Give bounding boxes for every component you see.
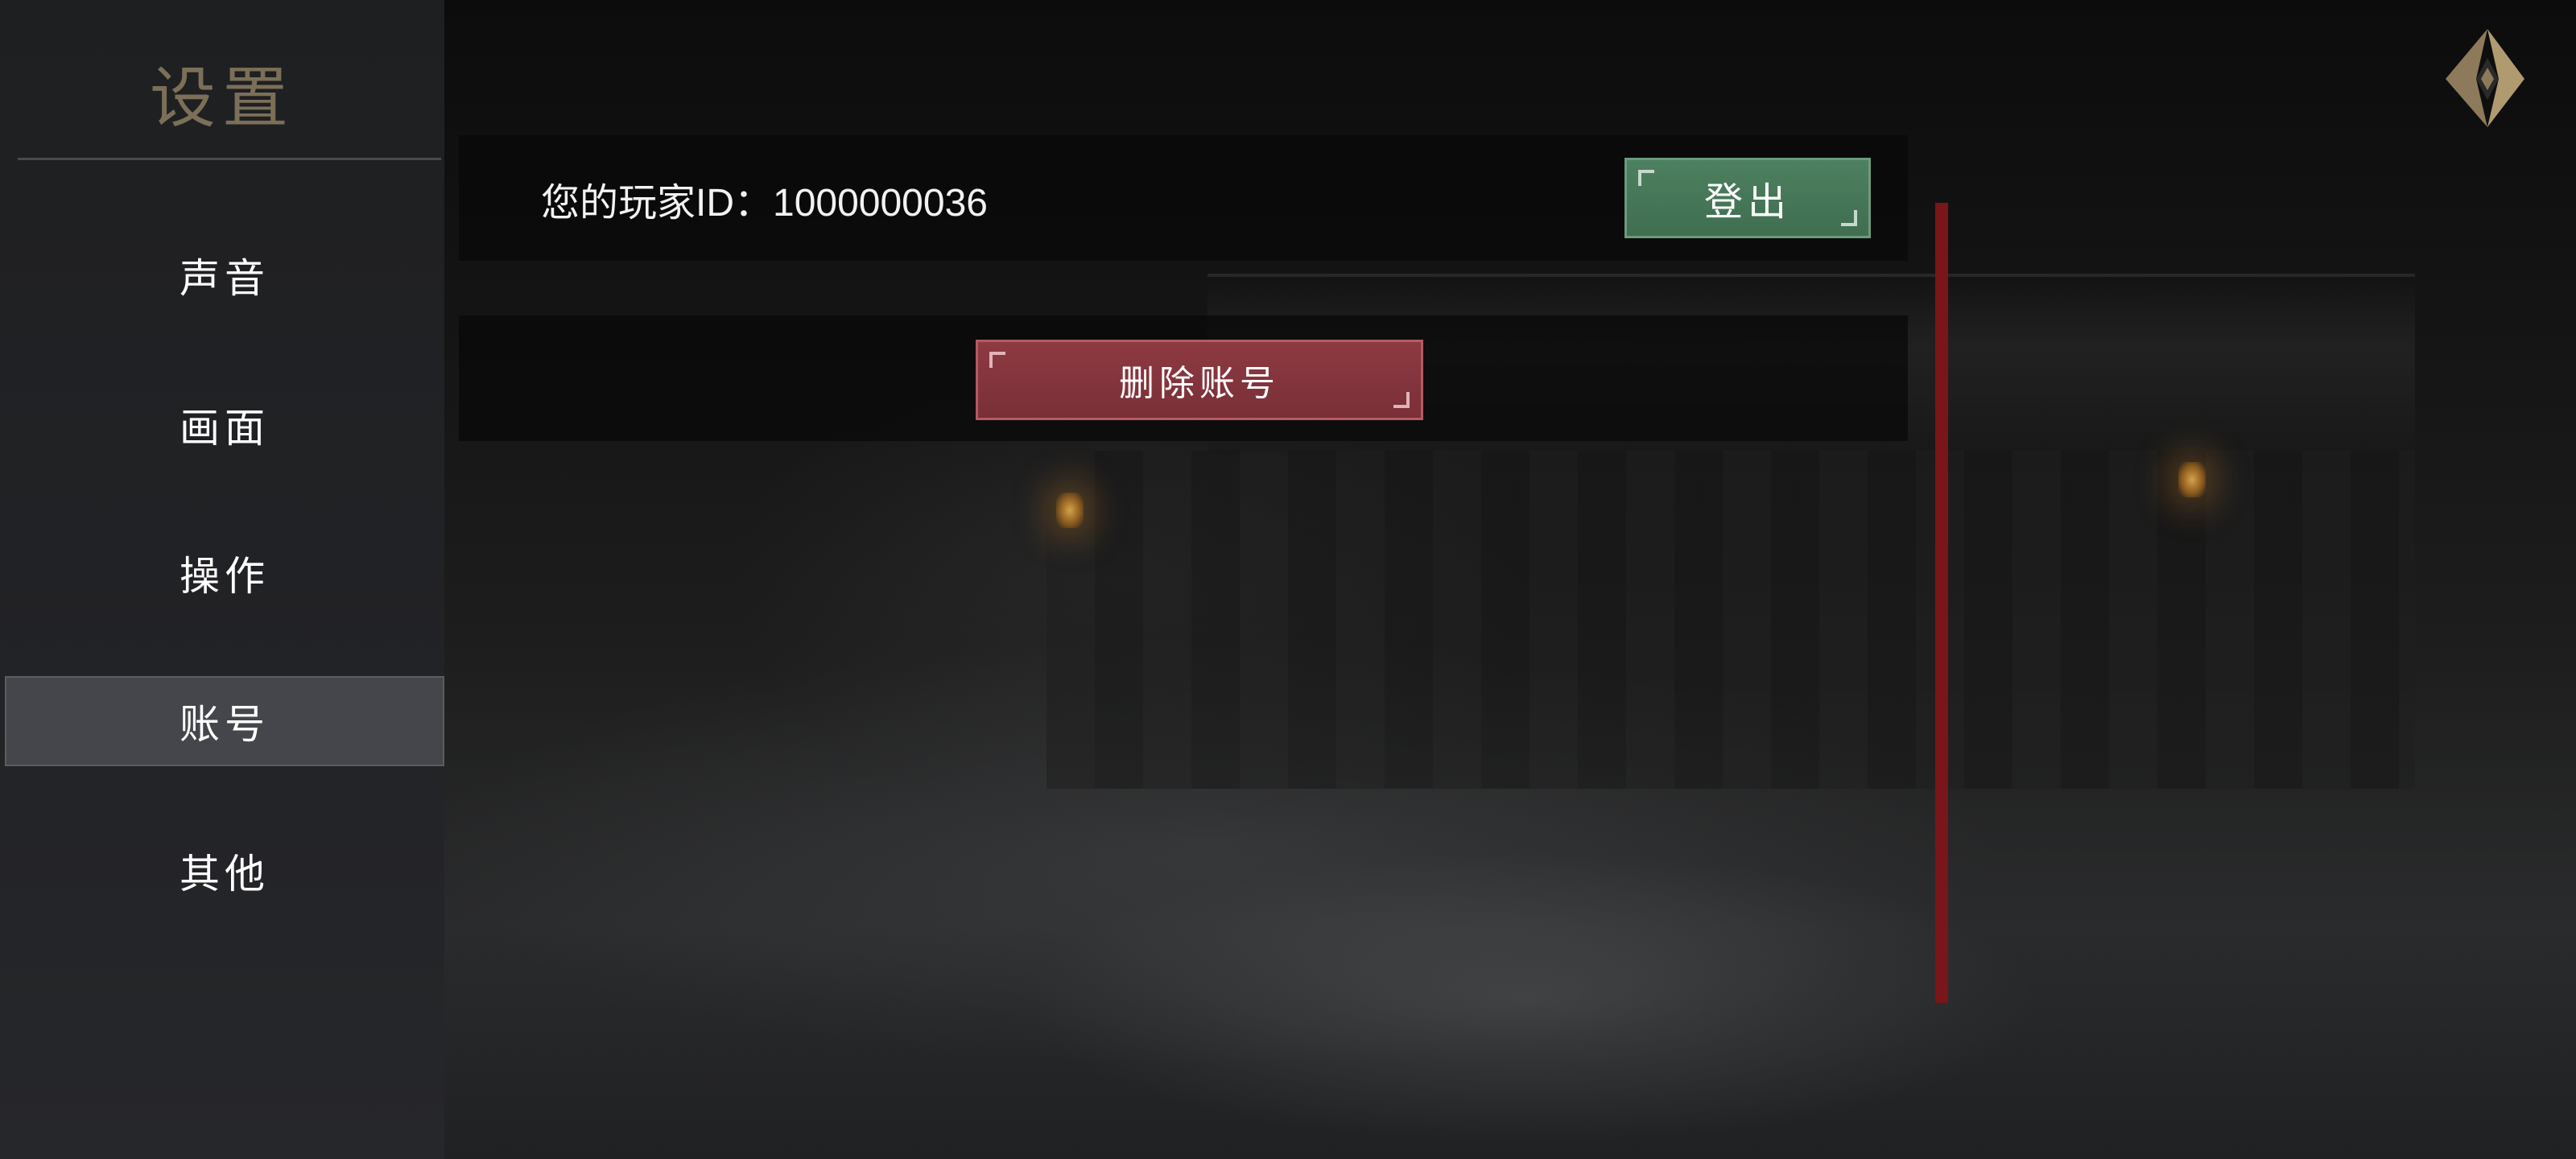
corner-ornament xyxy=(1393,392,1410,408)
nav-item-label: 其他 xyxy=(180,851,270,897)
nav-item-label: 画面 xyxy=(180,405,270,452)
lantern-left xyxy=(1056,493,1084,528)
nav-item-graphics[interactable]: 画面 xyxy=(5,380,444,470)
nav-item-label: 声音 xyxy=(180,255,270,302)
corner-ornament xyxy=(1841,210,1857,226)
corner-ornament xyxy=(1638,170,1654,186)
back-button[interactable] xyxy=(2441,26,2529,130)
nav-item-label: 账号 xyxy=(180,701,270,748)
nav-item-label: 操作 xyxy=(180,553,270,600)
nav-item-sound[interactable]: 声音 xyxy=(5,230,444,320)
settings-title: 设置 xyxy=(149,60,295,137)
logout-button[interactable]: 登出 xyxy=(1624,158,1871,238)
sidebar-divider xyxy=(18,158,441,160)
background-building xyxy=(1046,451,2415,789)
corner-ornament xyxy=(989,352,1005,368)
nav-item-controls[interactable]: 操作 xyxy=(5,528,444,618)
delete-account-button-label: 删除账号 xyxy=(1119,363,1280,404)
logout-button-label: 登出 xyxy=(1703,179,1791,225)
back-arrow-icon xyxy=(2446,29,2524,127)
player-id-label: 您的玩家ID：1000000036 xyxy=(541,182,988,225)
settings-sidebar: 设置 声音 画面 操作 账号 其他 xyxy=(0,0,444,1159)
nav-item-other[interactable]: 其他 xyxy=(5,826,444,916)
scrollbar[interactable] xyxy=(1935,203,1948,1003)
delete-account-button[interactable]: 删除账号 xyxy=(976,340,1423,420)
lantern-right xyxy=(2178,462,2206,497)
nav-item-account[interactable]: 账号 xyxy=(5,676,444,766)
